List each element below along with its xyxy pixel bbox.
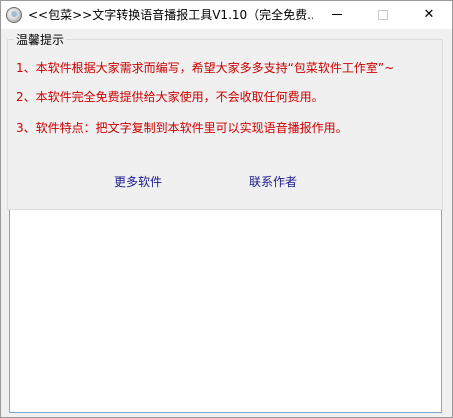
- text-input-area[interactable]: [9, 209, 442, 413]
- close-button[interactable]: ✕: [406, 1, 452, 29]
- maximize-icon: [378, 9, 388, 20]
- client-area: 温馨提示 1、本软件根据大家需求而编写，希望大家多多支持“包菜软件工作室”~ 2…: [1, 29, 452, 417]
- minimize-button[interactable]: [314, 1, 360, 29]
- notice-group: 温馨提示 1、本软件根据大家需求而编写，希望大家多多支持“包菜软件工作室”~ 2…: [7, 32, 443, 210]
- title-bar[interactable]: <<包菜>>文字转换语音播报工具V1.10（完全免费... ✕: [1, 1, 452, 29]
- app-globe-icon: [6, 7, 22, 23]
- contact-author-link[interactable]: 联系作者: [249, 174, 297, 190]
- minimize-icon: [332, 14, 342, 15]
- notice-line-2: 2、本软件完全免费提供给大家使用，不会收取任何费用。: [16, 90, 324, 104]
- window-title: <<包菜>>文字转换语音播报工具V1.10（完全免费...: [28, 8, 313, 22]
- notice-line-1: 1、本软件根据大家需求而编写，希望大家多多支持“包菜软件工作室”~: [16, 61, 395, 75]
- notice-legend: 温馨提示: [14, 32, 67, 48]
- maximize-button: [360, 1, 406, 29]
- more-software-link[interactable]: 更多软件: [114, 174, 162, 190]
- app-window: <<包菜>>文字转换语音播报工具V1.10（完全免费... ✕ 温馨提示 1、本…: [0, 0, 453, 418]
- notice-line-3: 3、软件特点：把文字复制到本软件里可以实现语音播报作用。: [16, 121, 348, 135]
- close-icon: ✕: [423, 7, 435, 22]
